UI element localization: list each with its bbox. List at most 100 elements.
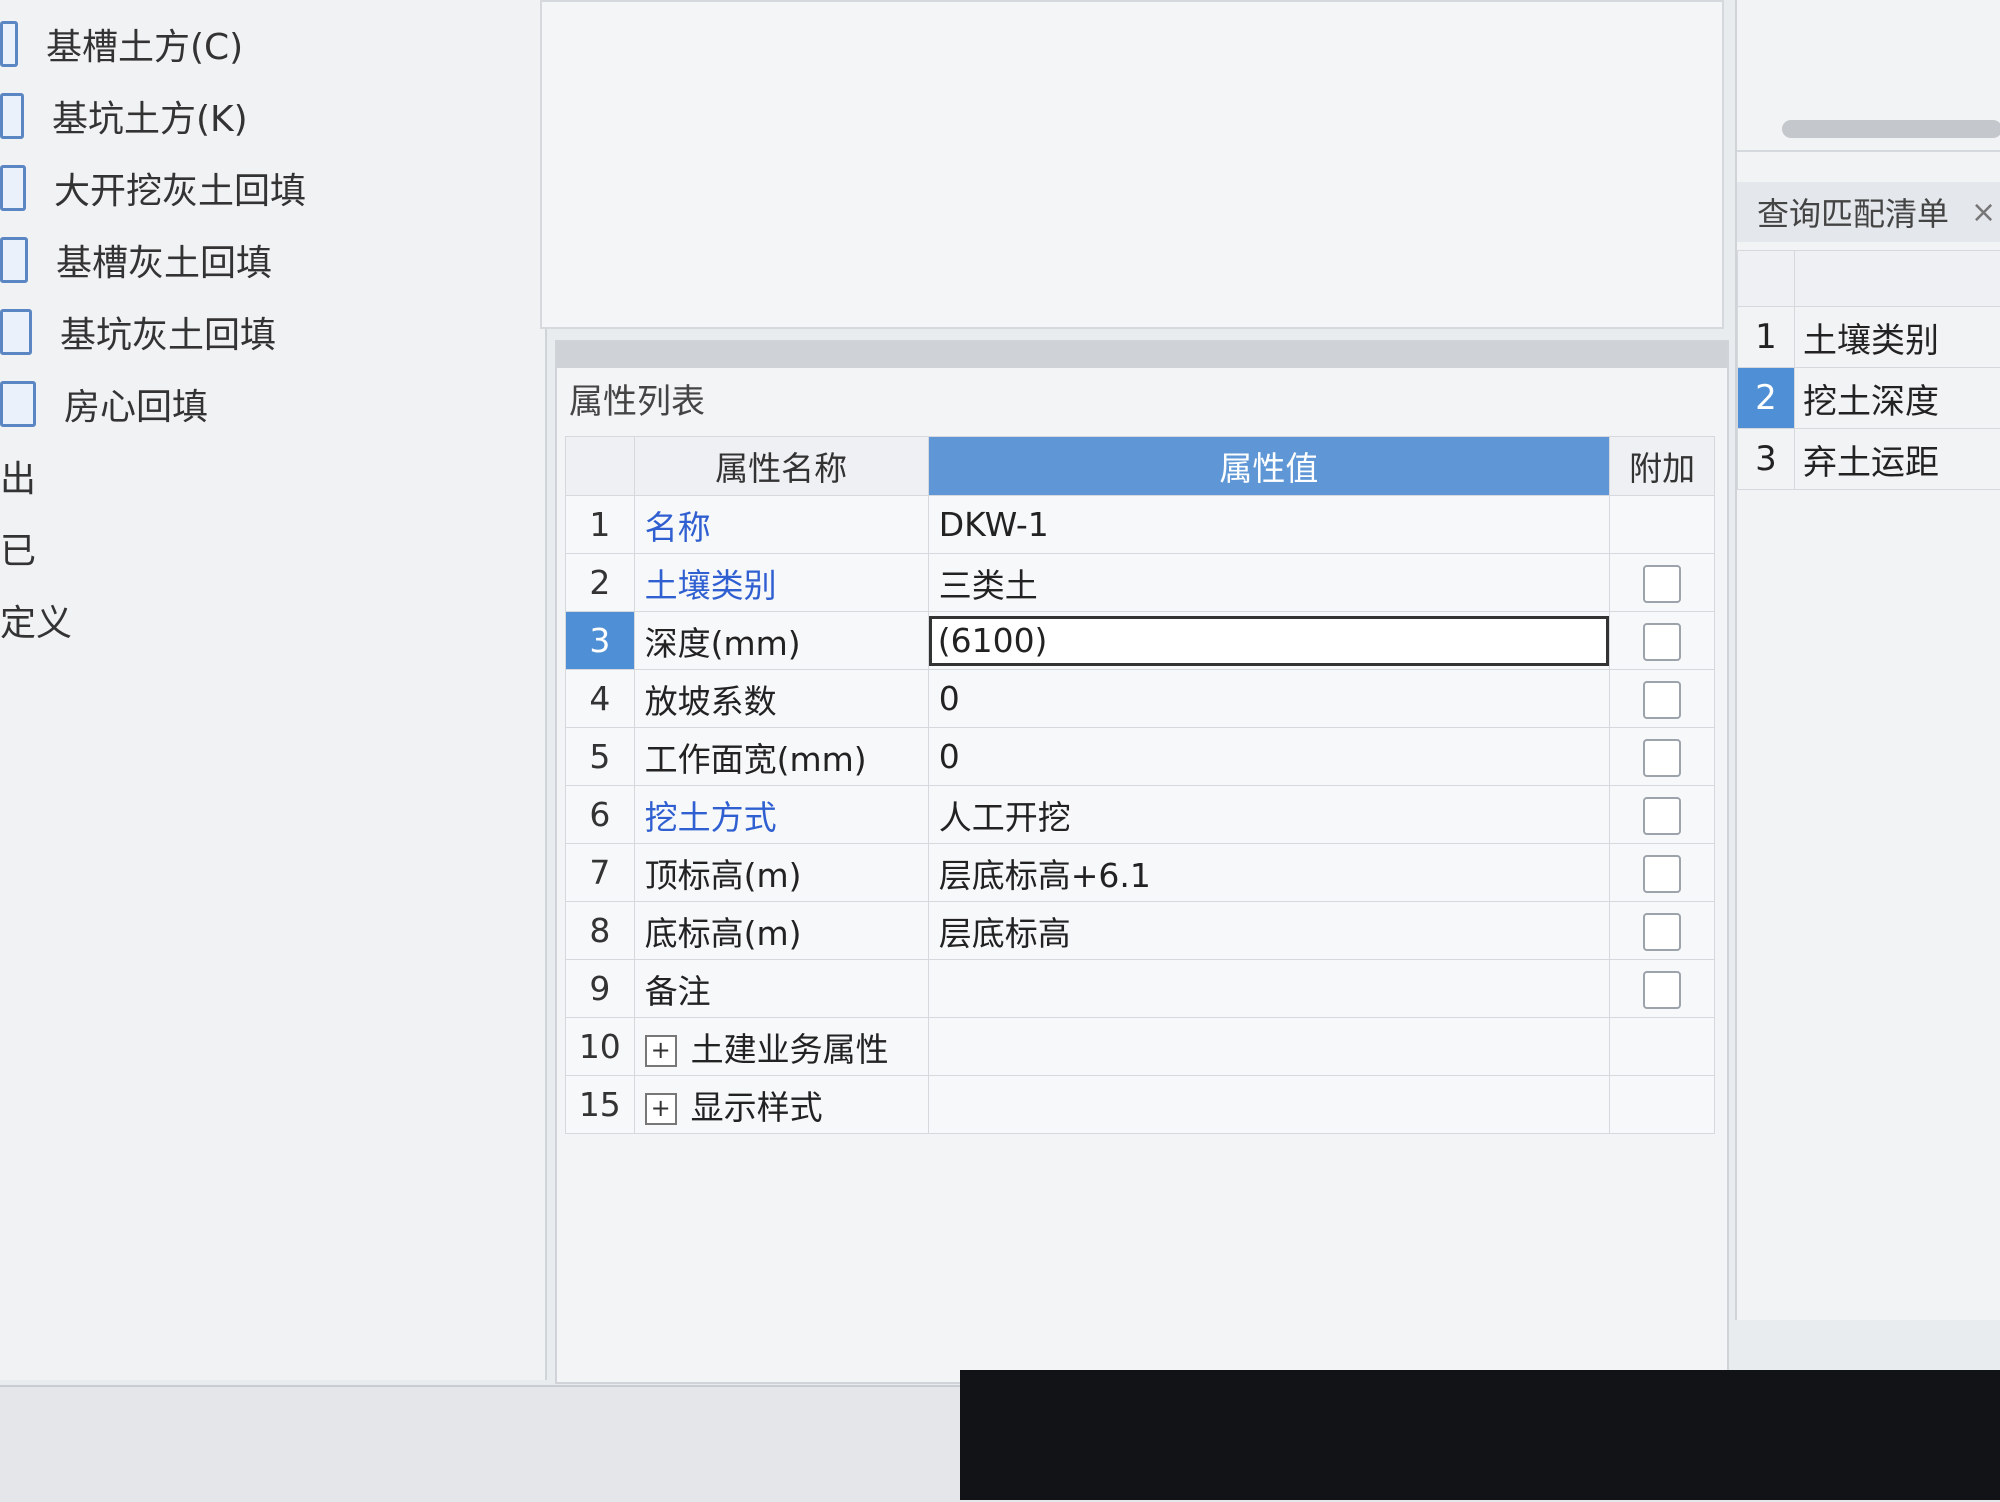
match-row-label[interactable]: 弃土运距 xyxy=(1795,429,2000,490)
property-value[interactable] xyxy=(928,1018,1609,1076)
property-value[interactable] xyxy=(928,960,1609,1018)
tree-item-partial-2[interactable]: 已 xyxy=(0,518,36,578)
extra-cell xyxy=(1610,960,1715,1018)
match-row-number[interactable]: 1 xyxy=(1738,307,1795,368)
row-number[interactable]: 15 xyxy=(566,1076,635,1134)
property-value[interactable]: 0 xyxy=(928,728,1609,786)
property-row[interactable]: 6挖土方式人工开挖 xyxy=(566,786,1715,844)
expand-icon[interactable]: + xyxy=(645,1093,677,1125)
property-name[interactable]: 备注 xyxy=(634,960,928,1018)
property-value[interactable]: 三类土 xyxy=(928,554,1609,612)
pit-backfill-icon xyxy=(0,309,32,355)
room-backfill-icon xyxy=(0,381,36,427)
property-name[interactable]: 工作面宽(mm) xyxy=(634,728,928,786)
property-name[interactable]: 名称 xyxy=(634,496,928,554)
property-name[interactable]: 底标高(m) xyxy=(634,902,928,960)
row-number[interactable]: 5 xyxy=(566,728,635,786)
tree-item-foundation-pit-earthwork[interactable]: 基坑土方(K) xyxy=(0,86,248,146)
row-number[interactable]: 9 xyxy=(566,960,635,1018)
property-name[interactable]: 顶标高(m) xyxy=(634,844,928,902)
property-table-header: 属性名称 属性值 附加 xyxy=(566,437,1715,496)
extra-cell xyxy=(1610,554,1715,612)
property-row[interactable]: 4 放坡系数 0 xyxy=(566,670,1715,728)
tree-item-partial-1[interactable]: 出 xyxy=(0,446,36,506)
row-number[interactable]: 8 xyxy=(566,902,635,960)
trench-backfill-icon xyxy=(0,237,28,283)
property-name-header[interactable]: 属性名称 xyxy=(634,437,928,496)
property-name[interactable]: 深度(mm) xyxy=(634,612,928,670)
property-name-label: 放坡系数 xyxy=(645,682,777,721)
property-name[interactable]: 土壤类别 xyxy=(634,554,928,612)
property-list-title: 属性列表 xyxy=(557,368,1727,428)
extra-checkbox[interactable] xyxy=(1643,565,1681,603)
row-number[interactable]: 1 xyxy=(566,496,635,554)
property-row[interactable]: 9备注 xyxy=(566,960,1715,1018)
extra-cell xyxy=(1610,786,1715,844)
match-row[interactable]: 1土壤类别 xyxy=(1738,307,2000,368)
tree-item-pit-backfill[interactable]: 基坑灰土回填 xyxy=(0,302,276,362)
extra-cell xyxy=(1610,496,1715,554)
property-name[interactable]: +土建业务属性 xyxy=(634,1018,928,1076)
match-row-number[interactable]: 3 xyxy=(1738,429,1795,490)
extra-checkbox[interactable] xyxy=(1643,623,1681,661)
match-row-label[interactable]: 土壤类别 xyxy=(1795,307,2000,368)
expand-icon[interactable]: + xyxy=(645,1035,677,1067)
property-row[interactable]: 3深度(mm) xyxy=(566,612,1715,670)
row-number[interactable]: 2 xyxy=(566,554,635,612)
property-row[interactable]: 10+土建业务属性 xyxy=(566,1018,1715,1076)
tree-item-label: 已 xyxy=(0,522,36,574)
property-value[interactable]: 层底标高 xyxy=(928,902,1609,960)
property-name-label: 显示样式 xyxy=(691,1088,823,1127)
tree-item-trench-backfill[interactable]: 基槽灰土回填 xyxy=(0,230,272,290)
property-name[interactable]: 挖土方式 xyxy=(634,786,928,844)
tree-item-label: 出 xyxy=(0,450,36,502)
match-header-label xyxy=(1795,251,2000,307)
tree-item-foundation-trench-earthwork[interactable]: 基槽土方(C) xyxy=(0,14,243,74)
match-row[interactable]: 2挖土深度 xyxy=(1738,368,2000,429)
tree-item-open-excavation-backfill[interactable]: 大开挖灰土回填 xyxy=(0,158,306,218)
panel-splitter[interactable] xyxy=(557,342,1727,368)
row-number[interactable]: 6 xyxy=(566,786,635,844)
match-list-tab[interactable]: 查询匹配清单 × xyxy=(1737,182,2000,242)
property-row[interactable]: 15 + 显示样式 xyxy=(566,1076,1715,1134)
tree-item-partial-3[interactable]: 定义 xyxy=(0,590,72,650)
property-row[interactable]: 2土壤类别三类土 xyxy=(566,554,1715,612)
horizontal-scrollbar[interactable] xyxy=(1782,120,2000,138)
row-number[interactable]: 4 xyxy=(566,670,635,728)
property-name-label: 顶标高(m) xyxy=(645,856,802,895)
extra-checkbox[interactable] xyxy=(1643,797,1681,835)
property-row[interactable]: 1名称DKW-1 xyxy=(566,496,1715,554)
property-name[interactable]: 放坡系数 xyxy=(634,670,928,728)
match-row-label[interactable]: 挖土深度 xyxy=(1795,368,2000,429)
extra-cell xyxy=(1610,728,1715,786)
match-row[interactable]: 3弃土运距 xyxy=(1738,429,2000,490)
extra-checkbox[interactable] xyxy=(1643,913,1681,951)
property-value-input[interactable] xyxy=(929,616,1609,666)
match-list-panel: 查询匹配清单 × 1土壤类别2挖土深度3弃土运距 xyxy=(1735,0,2000,1320)
row-number[interactable]: 3 xyxy=(566,612,635,670)
extra-checkbox[interactable] xyxy=(1643,855,1681,893)
close-icon[interactable]: × xyxy=(1971,195,1996,230)
tree-item-room-backfill[interactable]: 房心回填 xyxy=(0,374,208,434)
extra-checkbox[interactable] xyxy=(1643,739,1681,777)
property-row[interactable]: 8底标高(m)层底标高 xyxy=(566,902,1715,960)
property-value[interactable]: 层底标高+6.1 xyxy=(928,844,1609,902)
property-value[interactable]: 人工开挖 xyxy=(928,786,1609,844)
extra-header[interactable]: 附加 xyxy=(1610,437,1715,496)
property-name[interactable]: + 显示样式 xyxy=(634,1076,928,1134)
row-number[interactable]: 10 xyxy=(566,1018,635,1076)
extra-checkbox[interactable] xyxy=(1643,971,1681,1009)
match-row-number[interactable]: 2 xyxy=(1738,368,1795,429)
property-row[interactable]: 7 顶标高(m) 层底标高+6.1 xyxy=(566,844,1715,902)
property-value[interactable]: DKW-1 xyxy=(928,496,1609,554)
property-value-cell[interactable] xyxy=(928,612,1609,670)
property-value[interactable]: 0 xyxy=(928,670,1609,728)
extra-checkbox[interactable] xyxy=(1643,681,1681,719)
extra-cell xyxy=(1610,902,1715,960)
match-header-num xyxy=(1738,251,1795,307)
property-value[interactable] xyxy=(928,1076,1609,1134)
row-number[interactable]: 7 xyxy=(566,844,635,902)
property-row[interactable]: 5工作面宽(mm)0 xyxy=(566,728,1715,786)
tree-item-label: 大开挖灰土回填 xyxy=(54,162,306,214)
property-value-header[interactable]: 属性值 xyxy=(928,437,1609,496)
